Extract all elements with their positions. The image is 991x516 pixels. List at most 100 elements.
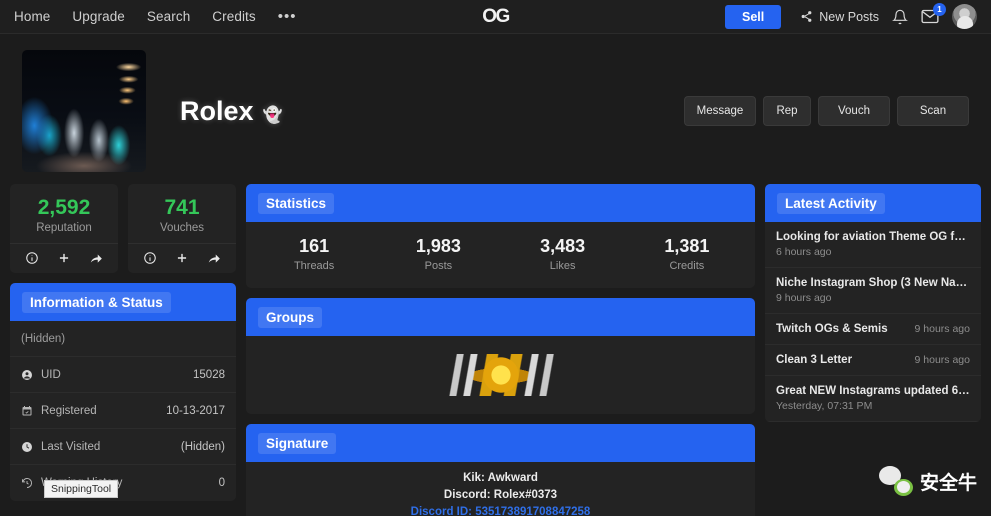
stat-threads-value: 161 (299, 236, 330, 256)
groups-title: Groups (258, 306, 323, 328)
info-label-uid: UID (41, 368, 61, 381)
groups-header: Groups (246, 298, 755, 336)
stat-credits: 1,381 Credits (625, 236, 749, 272)
scan-button[interactable]: Scan (897, 96, 969, 126)
signature-header: Signature (246, 424, 755, 462)
profile-body: 2,592 Reputation 741 Vouches Information… (0, 184, 991, 516)
clock-icon (21, 441, 33, 453)
stat-credits-label: Credits (669, 260, 705, 272)
nav-more-icon[interactable]: ••• (278, 9, 297, 24)
reputation-label: Reputation (36, 222, 92, 234)
info-row-warning-history: Warning History 0 SnippingTool (10, 465, 236, 501)
share-arrow-icon[interactable] (207, 251, 221, 265)
nav-link-search[interactable]: Search (147, 9, 190, 24)
profile-username-text: Rolex (180, 95, 254, 126)
information-status-card: Information & Status (Hidden) UID 15028 (10, 283, 236, 501)
reputation-actions (10, 243, 118, 273)
activity-title[interactable]: Looking for aviation Theme OG for... (776, 231, 970, 243)
activity-time: 9 hours ago (776, 292, 832, 304)
info-label-registered: Registered (41, 404, 97, 417)
info-icon[interactable] (143, 251, 157, 265)
activity-item[interactable]: Looking for aviation Theme OG for... 6 h… (765, 222, 981, 268)
info-value-last-visited: (Hidden) (180, 440, 225, 453)
mail-badge: 1 (933, 3, 946, 16)
activity-title[interactable]: Clean 3 Letter (776, 354, 852, 366)
left-column: 2,592 Reputation 741 Vouches Information… (10, 184, 236, 516)
info-value-warning-history: 0 (218, 477, 225, 489)
stat-likes-value: 3,483 (540, 236, 586, 256)
information-status-title: Information & Status (22, 291, 171, 313)
activity-time: 9 hours ago (914, 354, 970, 366)
middle-column: Statistics 161 Threads 1,983 Posts 3,483… (246, 184, 755, 516)
statistics-card: Statistics 161 Threads 1,983 Posts 3,483… (246, 184, 755, 288)
nav-links: Home Upgrade Search Credits ••• (14, 9, 297, 25)
statistics-row: 161 Threads 1,983 Posts 3,483 Likes 1,38… (246, 222, 755, 288)
info-row-uid: UID 15028 (10, 357, 236, 393)
activity-time: 6 hours ago (776, 246, 832, 258)
stat-likes: 3,483 Likes (501, 236, 625, 272)
vouch-button[interactable]: Vouch (818, 96, 890, 126)
plus-icon[interactable] (57, 251, 71, 265)
groups-card: Groups (246, 298, 755, 414)
signature-body: Kik: Awkward Discord: Rolex#0373 Discord… (246, 462, 755, 516)
share-arrow-icon[interactable] (89, 251, 103, 265)
latest-activity-card: Latest Activity Looking for aviation The… (765, 184, 981, 422)
rep-button[interactable]: Rep (763, 96, 811, 126)
signature-discord-id-link[interactable]: Discord ID: 535173891708847258 (246, 504, 755, 516)
top-navigation-bar: Home Upgrade Search Credits ••• OG Sell … (0, 0, 991, 34)
message-button[interactable]: Message (684, 96, 756, 126)
activity-time: Yesterday, 07:31 PM (776, 400, 873, 412)
activity-item[interactable]: Twitch OGs & Semis 9 hours ago (765, 314, 981, 345)
stat-likes-label: Likes (549, 260, 576, 272)
activity-time: 9 hours ago (914, 323, 970, 335)
info-icon[interactable] (25, 251, 39, 265)
info-row-hidden: (Hidden) (10, 321, 236, 357)
info-value-uid: 15028 (193, 368, 225, 381)
vouches-box: 741 Vouches (128, 184, 236, 273)
sell-button[interactable]: Sell (725, 4, 782, 29)
profile-picture[interactable] (22, 50, 146, 172)
user-avatar[interactable] (952, 4, 977, 29)
page-root: Home Upgrade Search Credits ••• OG Sell … (0, 0, 991, 516)
statistics-title: Statistics (258, 192, 335, 214)
site-logo[interactable]: OG (482, 6, 510, 28)
signature-line-discord: Discord: Rolex#0373 (443, 489, 558, 501)
signature-card: Signature Kik: Awkward Discord: Rolex#03… (246, 424, 755, 516)
groups-body (246, 336, 755, 414)
nav-link-home[interactable]: Home (14, 9, 50, 24)
stat-threads-label: Threads (293, 260, 335, 272)
information-status-header: Information & Status (10, 283, 236, 321)
stat-credits-value: 1,381 (664, 236, 710, 256)
reputation-value: 2,592 (37, 196, 91, 219)
activity-title[interactable]: Twitch OGs & Semis (776, 323, 888, 335)
stat-posts: 1,983 Posts (376, 236, 500, 272)
profile-header: Rolex 👻 Message Rep Vouch Scan (0, 34, 991, 184)
nav-link-credits[interactable]: Credits (212, 9, 255, 24)
share-icon (800, 10, 813, 23)
activity-item[interactable]: Clean 3 Letter 9 hours ago (765, 345, 981, 376)
latest-activity-title: Latest Activity (777, 192, 885, 214)
info-row-last-visited: Last Visited (Hidden) (10, 429, 236, 465)
ghost-emoji-icon: 👻 (262, 106, 283, 124)
nav-link-upgrade[interactable]: Upgrade (72, 9, 125, 24)
activity-title[interactable]: Niche Instagram Shop (3 New Names... (776, 277, 970, 289)
right-column: Latest Activity Looking for aviation The… (765, 184, 981, 516)
bell-icon (892, 9, 908, 25)
new-posts-link[interactable]: New Posts (794, 10, 879, 24)
new-posts-label: New Posts (819, 9, 879, 24)
activity-item[interactable]: Niche Instagram Shop (3 New Names... 9 h… (765, 268, 981, 314)
snipping-tool-tooltip: SnippingTool (44, 480, 119, 498)
activity-title[interactable]: Great NEW Instagrams updated 6/20... (776, 385, 970, 397)
stat-posts-label: Posts (424, 260, 453, 272)
signature-line-kik: Kik: Awkward (463, 472, 538, 484)
reputation-box: 2,592 Reputation (10, 184, 118, 273)
messages-button[interactable]: 1 (921, 3, 946, 24)
history-icon (21, 477, 33, 489)
notifications-button[interactable] (892, 9, 908, 25)
activity-item[interactable]: Great NEW Instagrams updated 6/20... Yes… (765, 376, 981, 422)
plus-icon[interactable] (175, 251, 189, 265)
info-row-registered: Registered 10-13-2017 (10, 393, 236, 429)
profile-username: Rolex 👻 (180, 96, 282, 127)
vouches-actions (128, 243, 236, 273)
top-right-actions: Sell New Posts 1 (725, 3, 977, 29)
